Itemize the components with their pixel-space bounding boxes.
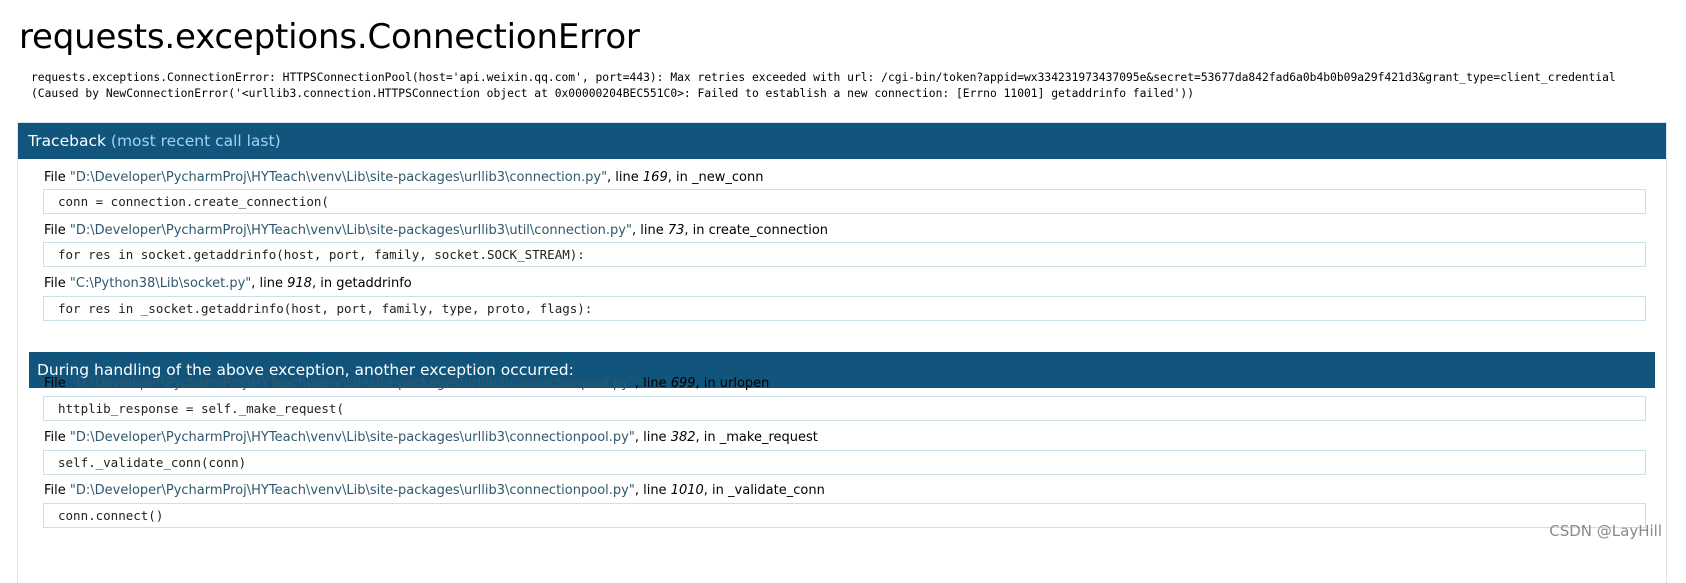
frame-function-name: urlopen <box>719 376 770 391</box>
frame-file-label: File <box>44 170 70 185</box>
frame-function-name: _make_request <box>719 430 818 445</box>
frame-file-label: File <box>44 430 70 445</box>
frame-in-label: , in <box>667 170 692 185</box>
traceback-header-hint: (most recent call last) <box>110 132 281 150</box>
traceback-frame-location: File "D:\Developer\PycharmProj\HYTeach\v… <box>44 169 763 187</box>
traceback-frame-location: File "D:\Developer\PycharmProj\HYTeach\v… <box>44 375 769 393</box>
frame-function-name: create_connection <box>708 223 829 238</box>
frame-in-label: , in <box>684 223 709 238</box>
error-message-line-2: (Caused by NewConnectionError('<urllib3.… <box>31 87 1195 100</box>
frame-file-path: "D:\Developer\PycharmProj\HYTeach\venv\L… <box>69 483 635 498</box>
frame-in-label: , in <box>703 483 729 498</box>
frame-function-name: getaddrinfo <box>336 276 412 291</box>
traceback-code-line: conn.connect() <box>43 503 1646 528</box>
traceback-code-line: self._validate_conn(conn) <box>43 450 1646 475</box>
traceback-panel: Traceback (most recent call last) File "… <box>17 122 1667 583</box>
frame-file-path: "D:\Developer\PycharmProj\HYTeach\venv\L… <box>69 170 608 185</box>
frame-line-label: , line <box>634 376 671 391</box>
traceback-code-line: for res in socket.getaddrinfo(host, port… <box>43 242 1646 267</box>
frame-in-label: , in <box>695 376 720 391</box>
frame-line-label: , line <box>607 170 643 185</box>
traceback-code-line: for res in _socket.getaddrinfo(host, por… <box>43 296 1646 321</box>
frame-line-number: 918 <box>287 276 312 291</box>
traceback-frame-location: File "D:\Developer\PycharmProj\HYTeach\v… <box>44 222 828 240</box>
frame-line-label: , line <box>631 223 668 238</box>
frame-line-number: 699 <box>670 376 696 391</box>
traceback-code-line: conn = connection.create_connection( <box>43 189 1646 214</box>
frame-file-label: File <box>44 223 70 238</box>
frame-function-name: _validate_conn <box>728 483 825 498</box>
watermark: CSDN @LayHill <box>1549 522 1662 540</box>
error-message: requests.exceptions.ConnectionError: HTT… <box>31 70 1671 102</box>
traceback-frame-location: File "D:\Developer\PycharmProj\HYTeach\v… <box>44 429 818 447</box>
frame-file-label: File <box>44 376 70 391</box>
frame-line-number: 73 <box>667 223 685 238</box>
frame-file-path: "D:\Developer\PycharmProj\HYTeach\venv\L… <box>69 430 635 445</box>
frame-file-path: "D:\Developer\PycharmProj\HYTeach\venv\L… <box>69 376 635 391</box>
traceback-header-label: Traceback <box>28 132 106 150</box>
frame-line-label: , line <box>634 483 671 498</box>
frame-file-path: "C:\Python38\Lib\socket.py" <box>69 276 252 291</box>
frame-file-label: File <box>44 483 70 498</box>
frame-line-number: 382 <box>670 430 696 445</box>
frame-line-number: 169 <box>642 170 668 185</box>
traceback-header: Traceback (most recent call last) <box>18 123 1666 159</box>
page-title: requests.exceptions.ConnectionError <box>19 17 640 57</box>
frame-line-number: 1010 <box>670 483 704 498</box>
traceback-frame-location: File "D:\Developer\PycharmProj\HYTeach\v… <box>44 482 825 500</box>
frame-line-label: , line <box>634 430 671 445</box>
traceback-code-line: httplib_response = self._make_request( <box>43 396 1646 421</box>
frame-file-label: File <box>44 276 70 291</box>
frame-in-label: , in <box>695 430 720 445</box>
frame-in-label: , in <box>311 276 337 291</box>
frame-function-name: _new_conn <box>691 170 764 185</box>
error-message-line-1: requests.exceptions.ConnectionError: HTT… <box>31 71 1616 84</box>
traceback-frame-location: File "C:\Python38\Lib\socket.py", line 9… <box>44 275 412 293</box>
frame-file-path: "D:\Developer\PycharmProj\HYTeach\venv\L… <box>69 223 632 238</box>
frame-line-label: , line <box>251 276 288 291</box>
